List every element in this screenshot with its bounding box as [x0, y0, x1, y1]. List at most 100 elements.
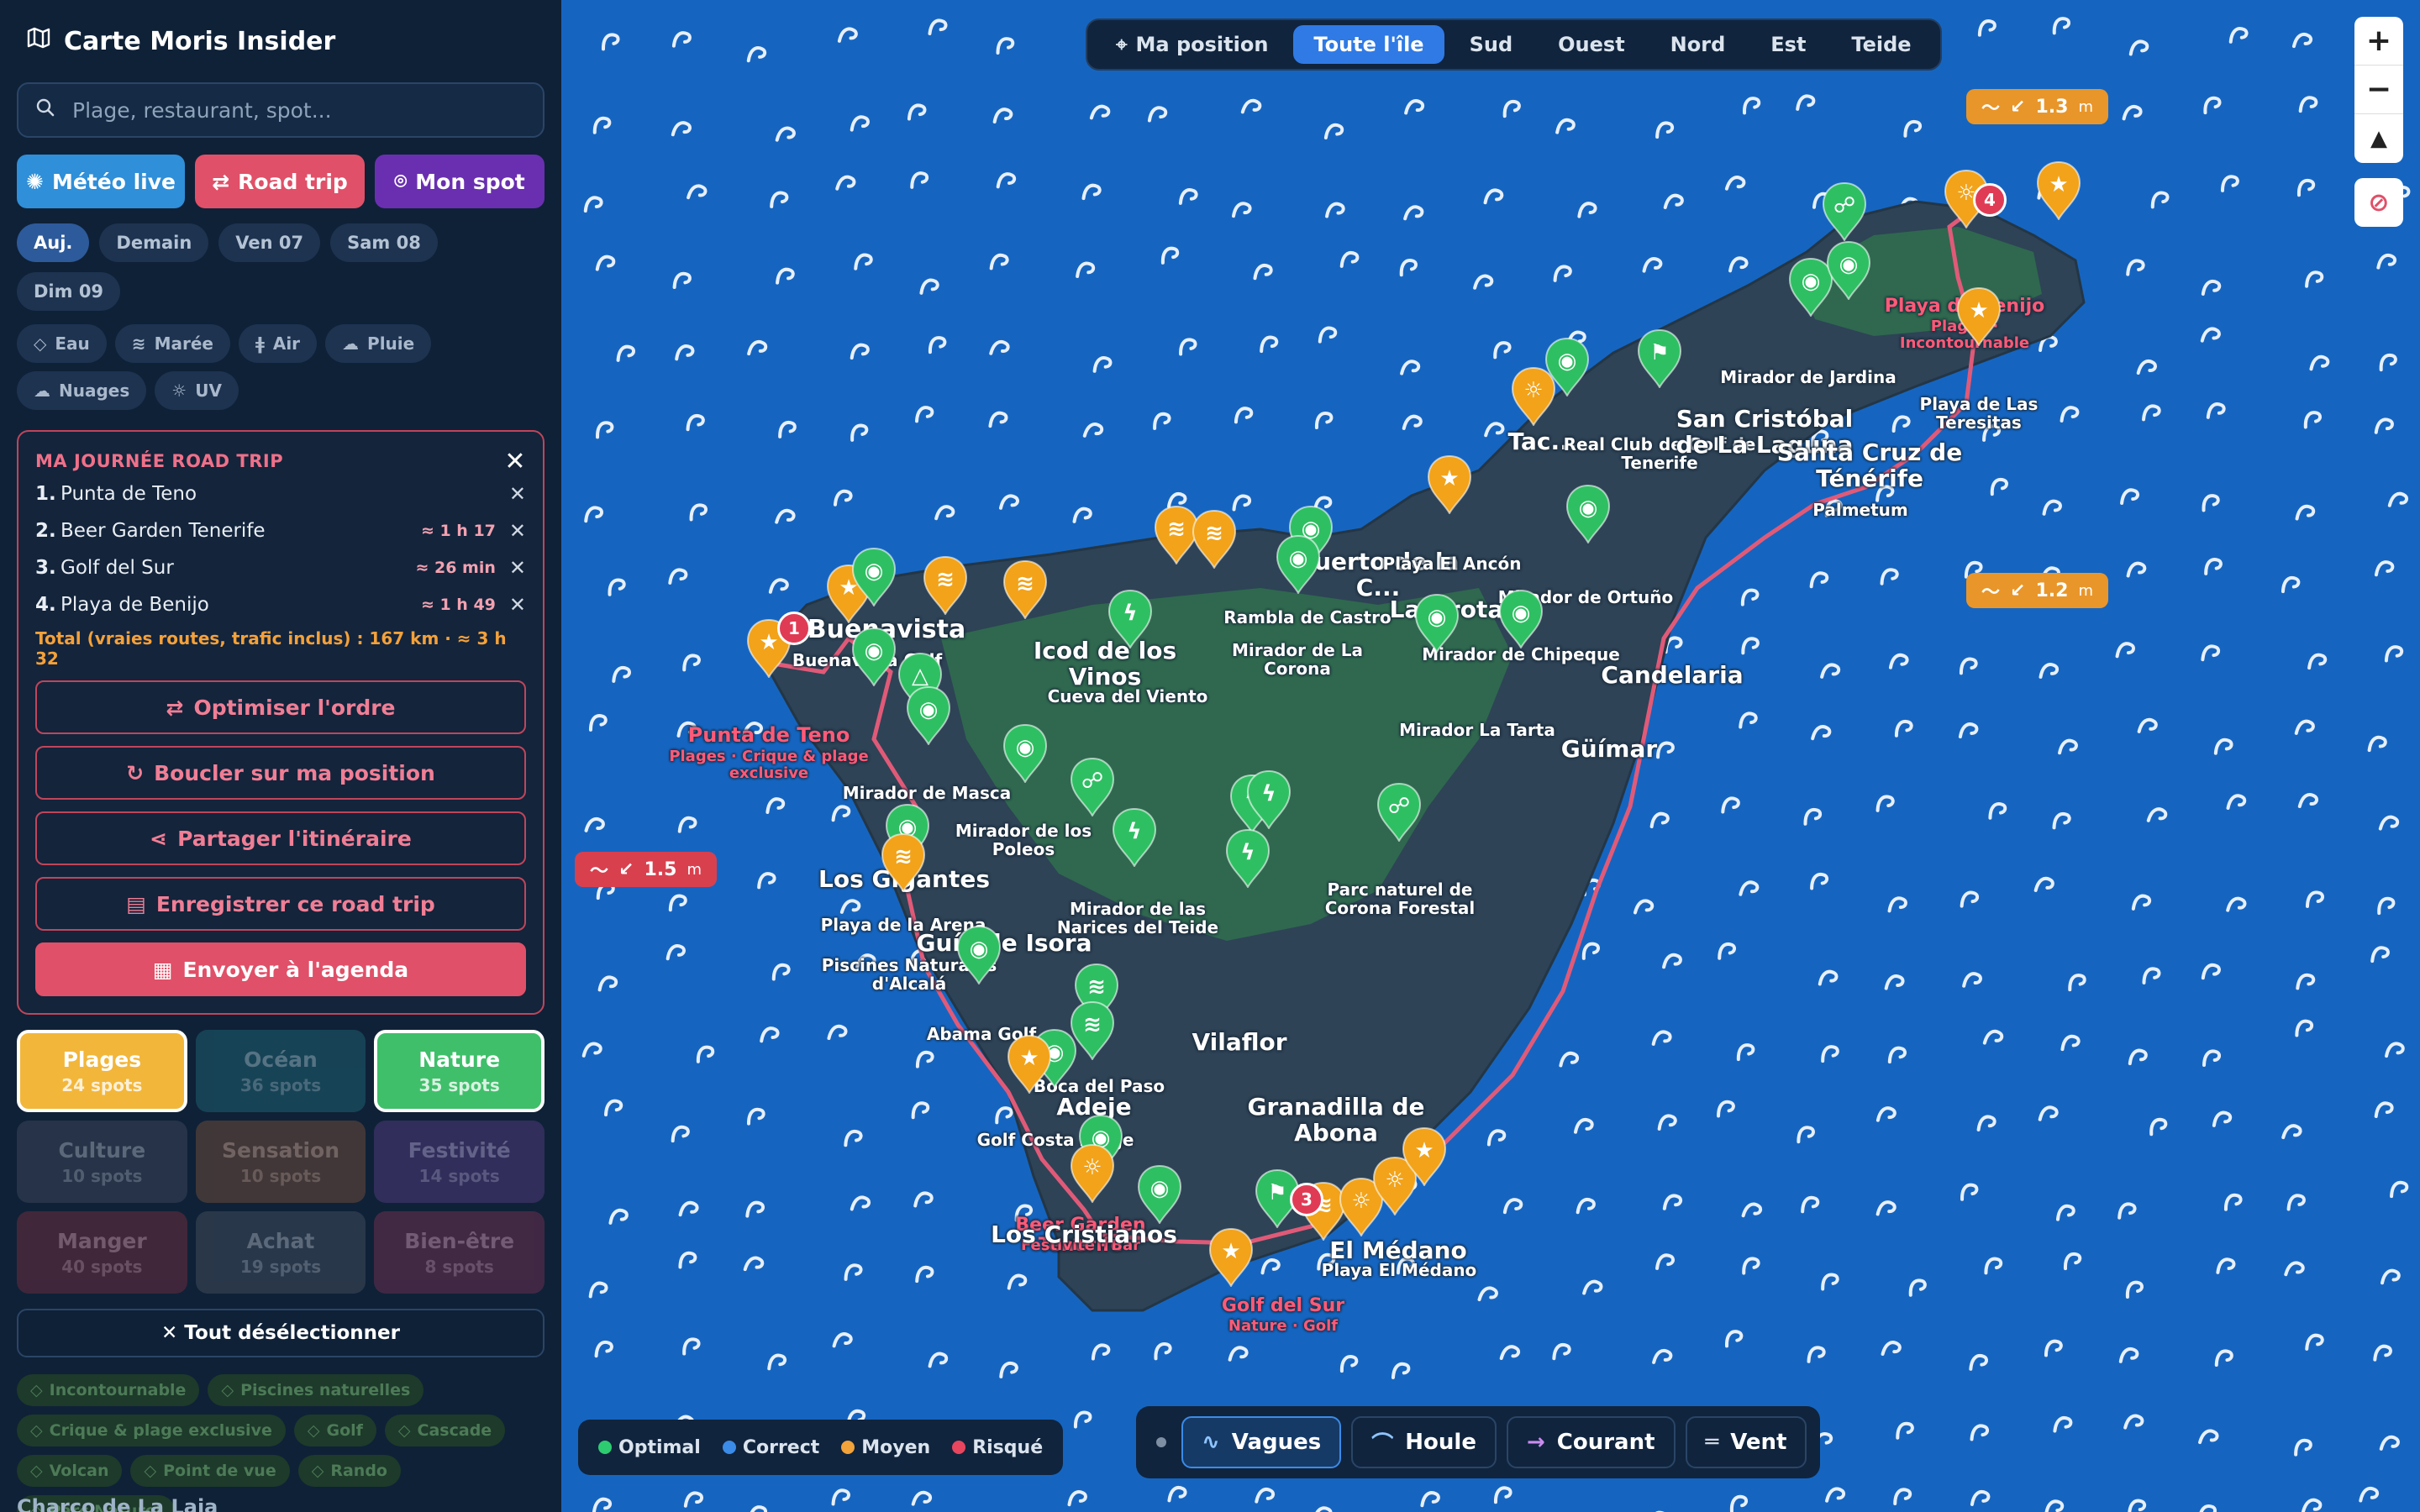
layer-swell[interactable]: ⌒ Houle: [1351, 1416, 1497, 1468]
map-pin[interactable]: ◉: [1824, 239, 1873, 302]
layer-waves[interactable]: ∿ Vagues: [1181, 1416, 1342, 1468]
map-pin[interactable]: ⚑: [1253, 1168, 1302, 1230]
map-pin[interactable]: ≋: [1190, 508, 1239, 570]
map-pin[interactable]: ★: [1207, 1226, 1255, 1289]
map-pin[interactable]: ★: [1005, 1033, 1054, 1095]
deselect-all-button[interactable]: ✕ Tout désélectionner: [17, 1309, 544, 1357]
category-0[interactable]: Plages 24 spots: [17, 1030, 187, 1112]
map-pin[interactable]: ◉: [1543, 336, 1591, 398]
wave-chip-ne[interactable]: 〜 ↙ 1.3 m: [1966, 89, 2108, 124]
filter-air[interactable]: ǂ Air: [238, 324, 318, 363]
map-pin[interactable]: ☍: [1375, 781, 1423, 843]
zoom-out-button[interactable]: −: [2354, 66, 2403, 114]
category-2[interactable]: Nature 35 spots: [374, 1030, 544, 1112]
wave-chip-west[interactable]: 〜 ↙ 1.5 m: [575, 852, 717, 887]
tab-whole-island[interactable]: Toute l'île: [1293, 25, 1444, 64]
map-pin[interactable]: ☼: [1068, 1142, 1117, 1205]
category-6[interactable]: Manger 40 spots: [17, 1211, 187, 1294]
category-8[interactable]: Bien-être 8 spots: [374, 1211, 544, 1294]
day-chip-sat[interactable]: Sam 08: [330, 223, 438, 262]
map-pin[interactable]: ☍: [1820, 181, 1869, 243]
map-pin[interactable]: ◉: [1001, 722, 1050, 785]
wave-chip-east[interactable]: 〜 ↙ 1.2 m: [1966, 573, 2108, 608]
map-pin[interactable]: ◉: [850, 626, 898, 688]
tag-chip[interactable]: ◇ Cascade: [384, 1415, 506, 1446]
save-trip-button[interactable]: ▤ Enregistrer ce road trip: [35, 877, 526, 931]
map-pin[interactable]: ☼: [1942, 168, 1991, 230]
day-chip-sun[interactable]: Dim 09: [17, 272, 121, 311]
tag-chip[interactable]: ◇ Volcan: [17, 1455, 123, 1487]
category-1[interactable]: Océan 36 spots: [195, 1030, 366, 1112]
trip-stop[interactable]: 3. Golf del Sur ≈ 26 min ✕: [35, 549, 526, 586]
tag-chip[interactable]: ◇ Point de vue: [130, 1455, 290, 1487]
map-pin[interactable]: ◉: [850, 546, 898, 608]
map-pin[interactable]: ϟ: [1106, 588, 1155, 650]
loop-position-button[interactable]: ↻ Boucler sur ma position: [35, 746, 526, 800]
live-weather-button[interactable]: ✺ Météo live: [17, 155, 185, 208]
map-pin[interactable]: ≋: [921, 554, 970, 617]
day-chip-tomorrow[interactable]: Demain: [99, 223, 209, 262]
tab-west[interactable]: Ouest: [1538, 25, 1645, 64]
category-7[interactable]: Achat 19 spots: [195, 1211, 366, 1294]
map-pin[interactable]: ◉: [1564, 483, 1612, 545]
hide-layer-button[interactable]: ⊘: [2354, 178, 2403, 227]
map-pin[interactable]: ★: [1954, 286, 2003, 348]
map-pin[interactable]: ◉: [1274, 533, 1323, 596]
search-box[interactable]: [17, 82, 544, 138]
optimize-order-button[interactable]: ⇄ Optimiser l'ordre: [35, 680, 526, 734]
category-4[interactable]: Sensation 10 spots: [195, 1121, 366, 1203]
map-pin[interactable]: ★: [2034, 160, 2083, 222]
map-pin[interactable]: ★: [1400, 1126, 1449, 1188]
filter-tide[interactable]: ≋ Marée: [114, 324, 230, 363]
map-pin[interactable]: ⚑: [1635, 328, 1684, 390]
category-3[interactable]: Culture 10 spots: [17, 1121, 187, 1203]
map-pin[interactable]: ϟ: [1223, 827, 1272, 890]
road-trip-button[interactable]: ⇄ Road trip: [195, 155, 365, 208]
map-pin[interactable]: ϟ: [1244, 769, 1293, 831]
map-pin[interactable]: ★: [1425, 454, 1474, 516]
map-pin[interactable]: ≋: [1001, 559, 1050, 621]
tab-north[interactable]: Nord: [1650, 25, 1746, 64]
filter-clouds[interactable]: ☁ Nuages: [17, 371, 147, 410]
map-pin[interactable]: ϟ: [1110, 806, 1159, 869]
map-pin[interactable]: ◉: [1135, 1163, 1184, 1226]
trip-stop[interactable]: 4. Playa de Benijo ≈ 1 h 49 ✕: [35, 586, 526, 623]
tab-teide[interactable]: Teide: [1831, 25, 1931, 64]
map-pin[interactable]: ◉: [904, 685, 953, 747]
my-spot-button[interactable]: ⌾ Mon spot: [375, 155, 544, 208]
map-pin[interactable]: ◉: [1413, 592, 1461, 654]
category-5[interactable]: Festivité 14 spots: [374, 1121, 544, 1203]
compass-button[interactable]: ▲: [2354, 114, 2403, 163]
zoom-in-button[interactable]: +: [2354, 17, 2403, 66]
layer-current[interactable]: → Courant: [1506, 1416, 1676, 1468]
map-pin[interactable]: ◉: [955, 924, 1003, 986]
day-chip-fri[interactable]: Ven 07: [218, 223, 321, 262]
tag-chip[interactable]: ◇ Rando: [297, 1455, 401, 1487]
trip-stop[interactable]: 2. Beer Garden Tenerife ≈ 1 h 17 ✕: [35, 512, 526, 549]
filter-water[interactable]: ◇ Eau: [17, 324, 107, 363]
tag-chip[interactable]: ◇ Crique & plage exclusive: [17, 1415, 286, 1446]
next-list-item[interactable]: Charco de La Laja: [17, 1495, 218, 1512]
layer-wind[interactable]: ═ Vent: [1685, 1416, 1807, 1468]
share-route-button[interactable]: ⋖ Partager l'itinéraire: [35, 811, 526, 865]
map-pin[interactable]: ≋: [879, 832, 928, 894]
tab-south[interactable]: Sud: [1449, 25, 1534, 64]
send-agenda-button[interactable]: ▦ Envoyer à l'agenda: [35, 942, 526, 996]
tag-chip[interactable]: ◇ Incontournable: [17, 1374, 200, 1406]
search-input[interactable]: [72, 97, 526, 123]
remove-stop-icon[interactable]: ✕: [509, 482, 526, 506]
tag-chip[interactable]: ◇ Golf: [293, 1415, 376, 1446]
filter-rain[interactable]: ☁ Pluie: [325, 324, 432, 363]
filter-uv[interactable]: ☼ UV: [155, 371, 239, 410]
day-chip-today[interactable]: Auj.: [17, 223, 90, 262]
map-pin[interactable]: ★: [744, 617, 793, 680]
tag-chip[interactable]: ◇ Piscines naturelles: [208, 1374, 424, 1406]
trip-stop[interactable]: 1. Punta de Teno ✕: [35, 475, 526, 512]
map-pin[interactable]: ◉: [1497, 588, 1545, 650]
close-icon[interactable]: ✕: [504, 447, 526, 476]
remove-stop-icon[interactable]: ✕: [509, 593, 526, 617]
remove-stop-icon[interactable]: ✕: [509, 556, 526, 580]
tab-my-position[interactable]: ⌖ Ma position: [1096, 25, 1288, 64]
remove-stop-icon[interactable]: ✕: [509, 519, 526, 543]
tab-east[interactable]: Est: [1750, 25, 1826, 64]
